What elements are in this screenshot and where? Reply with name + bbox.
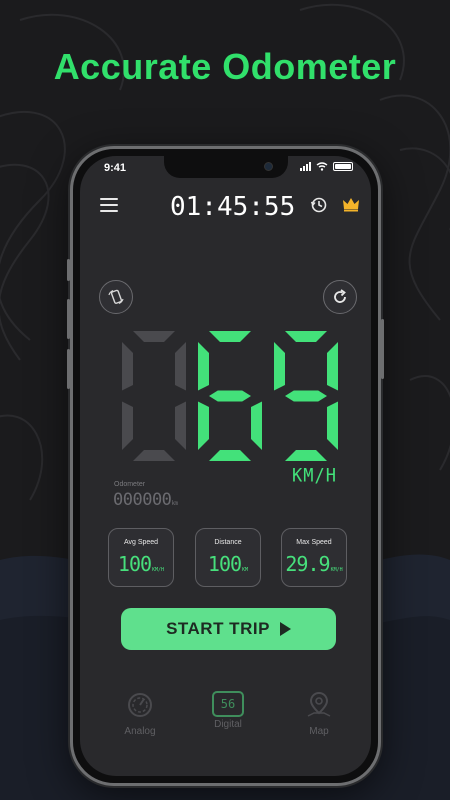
reset-icon: [334, 289, 346, 303]
stat-label: Avg Speed: [123, 539, 159, 546]
digit-segment: [122, 342, 133, 391]
phone-volume-down: [67, 349, 70, 389]
stat-label: Distance: [214, 539, 242, 546]
cellular-signal-icon: [300, 162, 311, 171]
nav-label: Analog: [124, 726, 156, 737]
nav-analog[interactable]: Analog: [105, 691, 175, 737]
history-icon[interactable]: [310, 196, 328, 214]
map-pin-icon: [307, 691, 331, 717]
digit-segment: [175, 342, 186, 391]
phone-mute-switch: [67, 259, 70, 281]
phone-notch: [164, 156, 288, 178]
stat-number: 100: [117, 552, 152, 576]
digit-segment: [285, 390, 327, 402]
digit-segment: [209, 450, 251, 461]
digit-segment: [327, 401, 338, 450]
camera-icon: [264, 162, 273, 171]
odometer-label: Odometer: [114, 481, 146, 488]
start-trip-label: START TRIP: [166, 619, 270, 638]
reset-button[interactable]: [323, 280, 357, 314]
digit-segment: [198, 401, 209, 450]
digit-segment: [285, 450, 327, 461]
speed-readout: [122, 331, 338, 461]
menu-icon[interactable]: [100, 198, 118, 212]
rotate-screen-icon: [108, 289, 124, 305]
digital-display-icon: 56: [212, 691, 244, 717]
stat-value: 100KM/H: [109, 552, 173, 576]
phone-volume-up: [67, 299, 70, 339]
stat-number: 29.9: [285, 552, 330, 576]
digit-segment: [285, 331, 327, 342]
battery-icon: [333, 162, 353, 171]
odometer-digits: 000000: [113, 490, 172, 510]
digit-segment: [175, 401, 186, 450]
status-icons: [300, 162, 353, 171]
phone-power-button: [381, 319, 384, 379]
stat-number: 100: [207, 552, 242, 576]
play-icon: [279, 622, 291, 636]
nav-digital[interactable]: 56 Digital: [193, 691, 263, 730]
digit-segment: [251, 401, 262, 450]
crown-icon[interactable]: [342, 196, 360, 212]
odometer-unit: km: [171, 500, 178, 507]
odometer-value: 000000km: [113, 490, 178, 510]
digit-segment: [198, 342, 209, 391]
digit-segment: [209, 331, 251, 342]
nav-label: Digital: [214, 719, 242, 730]
stat-card-avg-speed: Avg Speed 100KM/H: [108, 528, 174, 587]
stat-unit: KM/H: [152, 567, 165, 573]
start-trip-button[interactable]: START TRIP: [121, 608, 336, 650]
nav-label: Map: [309, 726, 329, 737]
speed-digit: [198, 331, 262, 461]
digit-segment: [133, 331, 175, 342]
speed-digit: [122, 331, 186, 461]
speed-digit: [274, 331, 338, 461]
digit-segment: [122, 401, 133, 450]
speed-unit: KM/H: [292, 465, 337, 487]
phone-frame: 9:41 01:45:55 KM/H Odometer 000000km Avg…: [67, 146, 384, 786]
digit-segment: [209, 390, 251, 402]
stat-card-distance: Distance 100KM: [195, 528, 261, 587]
gauge-icon: [128, 693, 152, 717]
stat-unit: KM: [242, 567, 249, 573]
rotate-screen-button[interactable]: [99, 280, 133, 314]
trip-timer: 01:45:55: [170, 192, 296, 222]
stat-label: Max Speed: [296, 539, 332, 546]
nav-map[interactable]: Map: [284, 691, 354, 737]
stat-value: 29.9KM/H: [282, 552, 346, 576]
stat-value: 100KM: [196, 552, 260, 576]
status-time: 9:41: [104, 162, 127, 174]
app-screen: 9:41 01:45:55 KM/H Odometer 000000km Avg…: [80, 156, 371, 776]
digit-segment: [327, 342, 338, 391]
stat-card-max-speed: Max Speed 29.9KM/H: [281, 528, 347, 587]
stat-unit: KM/H: [330, 567, 343, 573]
bottom-nav: Analog 56 Digital Map: [80, 691, 371, 751]
promo-title: Accurate Odometer: [53, 46, 397, 87]
wifi-icon: [316, 162, 328, 171]
digit-segment: [133, 450, 175, 461]
digit-segment: [274, 342, 285, 391]
